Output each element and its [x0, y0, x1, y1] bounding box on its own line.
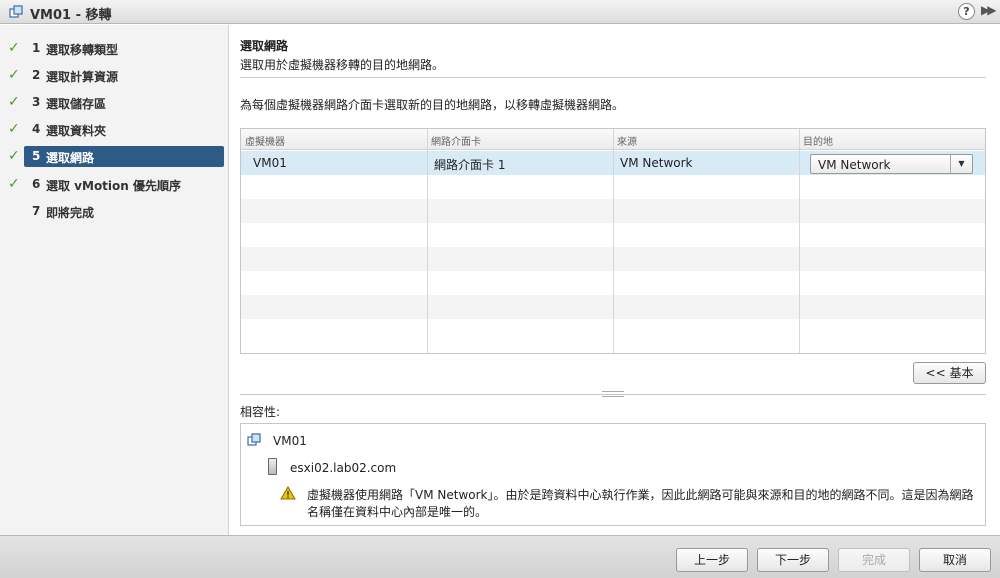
splitter-handle[interactable]: [602, 391, 624, 397]
divider: [240, 77, 986, 78]
help-icon[interactable]: ?: [958, 3, 975, 20]
column-divider: [613, 129, 614, 353]
step-ready-to-complete[interactable]: 7 即將完成: [0, 201, 229, 223]
back-button[interactable]: 上一步: [676, 548, 748, 572]
wizard-footer: 上一步 下一步 完成 取消: [0, 535, 1000, 578]
check-icon: ✓: [8, 94, 20, 110]
nic-cell: 網路介面卡 1: [434, 158, 506, 172]
step-label: 選取資料夾: [46, 124, 107, 138]
column-header-source[interactable]: 來源: [617, 133, 637, 148]
instruction-text: 為每個虛擬機器網路介面卡選取新的目的地網路，以移轉虛擬機器網路。: [240, 98, 625, 112]
title-bar: VM01 - 移轉 ? ▶▶: [0, 0, 1000, 24]
page-description: 選取用於虛擬機器移轉的目的地網路。: [240, 58, 445, 72]
page-title: 選取網路: [240, 39, 289, 53]
basic-view-button[interactable]: << 基本: [913, 362, 986, 384]
column-header-nic[interactable]: 網路介面卡: [431, 133, 481, 148]
compat-host-name: esxi02.lab02.com: [290, 461, 397, 475]
check-icon: ✓: [8, 40, 20, 56]
step-select-storage[interactable]: ✓ 3 選取儲存區: [0, 92, 229, 114]
column-header-destination[interactable]: 目的地: [803, 133, 833, 148]
step-select-compute-resource[interactable]: ✓ 2 選取計算資源: [0, 65, 229, 87]
network-mapping-table: 虛擬機器 網路介面卡 來源 目的地 VM01 網路介面卡 1 VM Networ…: [240, 128, 986, 354]
step-select-network[interactable]: ✓ 5 選取網路: [0, 146, 229, 168]
step-label: 選取移轉類型: [46, 43, 119, 57]
vm-icon: [9, 5, 23, 18]
finish-button[interactable]: 完成: [838, 548, 910, 572]
step-select-folder[interactable]: ✓ 4 選取資料夾: [0, 119, 229, 141]
destination-value: VM Network: [818, 158, 891, 172]
step-label: 即將完成: [46, 206, 95, 220]
step-label: 選取計算資源: [46, 70, 119, 84]
column-header-vm[interactable]: 虛擬機器: [245, 133, 285, 148]
check-icon: ✓: [8, 176, 20, 192]
source-cell: VM Network: [620, 156, 693, 170]
check-icon: ✓: [8, 148, 20, 164]
step-select-vmotion-priority[interactable]: ✓ 6 選取 vMotion 優先順序: [0, 174, 229, 196]
step-number: 5: [32, 149, 41, 163]
vm-cell: VM01: [253, 156, 287, 170]
check-icon: ✓: [8, 67, 20, 83]
window-title: VM01 - 移轉: [30, 8, 112, 23]
next-button[interactable]: 下一步: [757, 548, 829, 572]
destination-network-select[interactable]: VM Network ▼: [810, 154, 973, 174]
chevron-down-icon[interactable]: ▼: [950, 155, 972, 173]
step-select-migration-type[interactable]: ✓ 1 選取移轉類型: [0, 38, 229, 60]
step-number: 7: [32, 204, 41, 218]
expand-icon[interactable]: ▶▶: [981, 3, 997, 17]
step-number: 1: [32, 41, 41, 55]
step-label: 選取儲存區: [46, 97, 107, 111]
warning-icon: [280, 486, 296, 500]
host-icon: [268, 458, 277, 475]
step-number: 2: [32, 68, 41, 82]
step-number: 4: [32, 122, 41, 136]
compatibility-label: 相容性:: [240, 405, 281, 419]
compat-vm-name: VM01: [273, 434, 307, 448]
step-label: 選取網路: [46, 151, 95, 165]
vm-icon: [247, 433, 261, 446]
main-panel: 選取網路 選取用於虛擬機器移轉的目的地網路。 為每個虛擬機器網路介面卡選取新的目…: [230, 25, 1000, 535]
step-label: 選取 vMotion 優先順序: [46, 179, 182, 193]
step-number: 3: [32, 95, 41, 109]
column-divider: [799, 129, 800, 353]
check-icon: ✓: [8, 121, 20, 137]
step-number: 6: [32, 177, 41, 191]
column-divider: [427, 129, 428, 353]
wizard-steps: ✓ 1 選取移轉類型 ✓ 2 選取計算資源 ✓ 3 選取儲存區 ✓ 4 選取資料…: [0, 25, 229, 535]
compatibility-panel: VM01 esxi02.lab02.com 虛擬機器使用網路「VM Networ…: [240, 423, 986, 526]
compatibility-warning-text: 虛擬機器使用網路「VM Network」。由於是跨資料中心執行作業，因此此網路可…: [307, 488, 974, 519]
cancel-button[interactable]: 取消: [919, 548, 991, 572]
